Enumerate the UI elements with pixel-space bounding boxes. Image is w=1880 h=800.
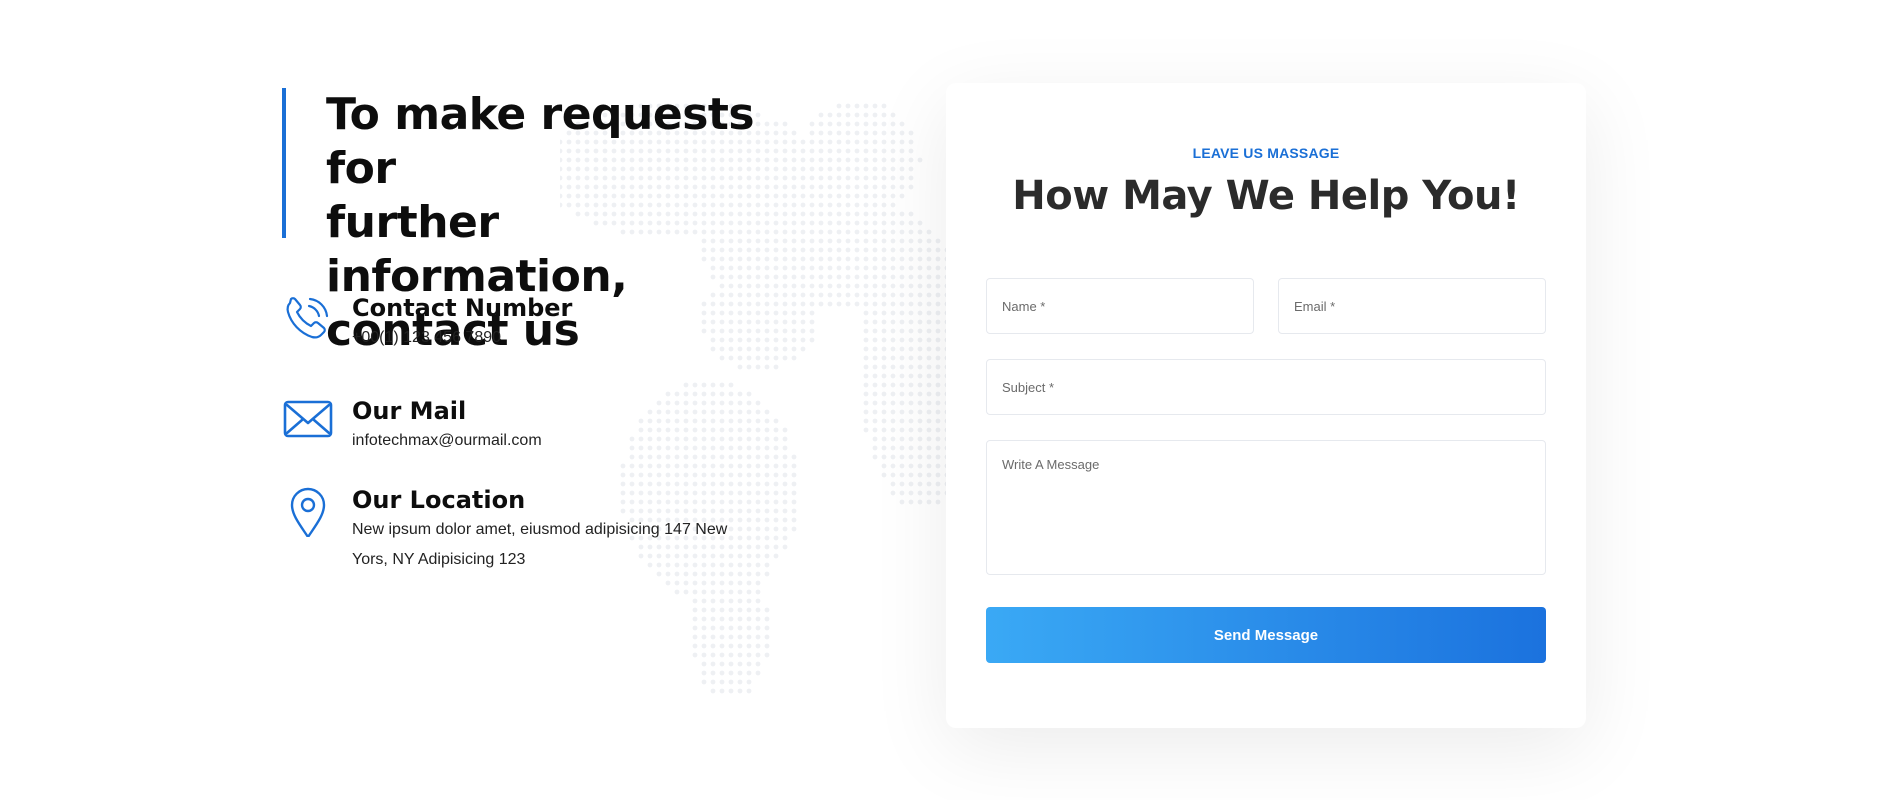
location-title: Our Location (352, 486, 526, 514)
message-field[interactable] (986, 440, 1546, 575)
location-text: New ipsum dolor amet, eiusmod adipisicin… (352, 521, 728, 568)
contact-number-title: Contact Number (352, 294, 573, 322)
message-textarea[interactable] (1002, 457, 1530, 557)
location-pin-icon (290, 487, 326, 537)
contact-info-column: To make requests for further information… (282, 88, 802, 568)
heading-line-1: To make requests for (326, 89, 755, 194)
email-input[interactable] (1294, 298, 1530, 314)
heading-accent-bar (282, 88, 286, 238)
email-field[interactable] (1278, 278, 1546, 334)
contact-heading: To make requests for further information… (282, 88, 802, 356)
mail-item: Our Mail infotechmax@ourmail.com (282, 396, 542, 456)
mail-icon (283, 400, 333, 438)
contact-number-text: +00(1) 123 456 7890 (352, 329, 502, 346)
mail-title: Our Mail (352, 397, 467, 425)
message-form-card: LEAVE US MASSAGE How May We Help You! Se… (946, 83, 1586, 728)
name-input[interactable] (1002, 298, 1238, 314)
phone-icon (286, 297, 329, 339)
mail-text: infotechmax@ourmail.com (352, 432, 542, 449)
contact-number-item: Contact Number +00(1) 123 456 7890 (282, 293, 572, 353)
send-message-button[interactable]: Send Message (986, 607, 1546, 663)
heading-line-2: further information, (326, 197, 628, 302)
form-title: How May We Help You! (1012, 173, 1520, 219)
subject-field[interactable] (986, 359, 1546, 415)
contact-section: To make requests for further information… (0, 0, 1880, 800)
location-item: Our Location New ipsum dolor amet, eiusm… (282, 485, 732, 575)
form-eyebrow: LEAVE US MASSAGE (1192, 145, 1340, 161)
name-field[interactable] (986, 278, 1254, 334)
subject-input[interactable] (1002, 379, 1530, 395)
